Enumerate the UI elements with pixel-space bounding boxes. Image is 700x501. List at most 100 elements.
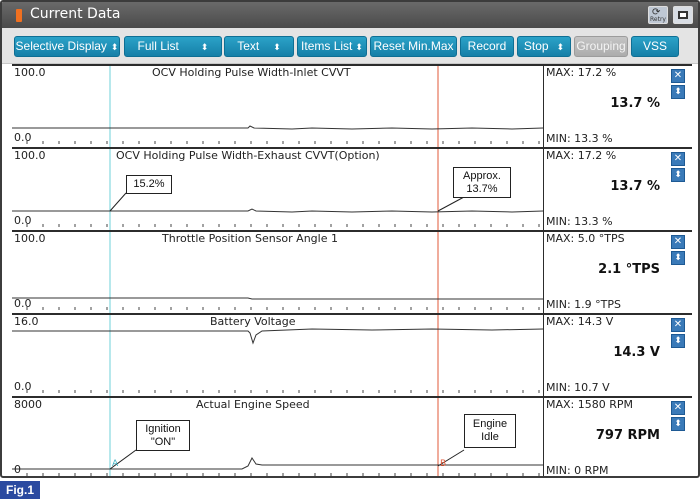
current-value: 13.7 % <box>610 179 660 194</box>
items-list-dropdown[interactable]: Items List ⬍ <box>297 36 367 57</box>
toolbar: Selective Display ⬍ Full List ⬍ Text ⬍ Item… <box>2 28 698 64</box>
stats-box: MAX: 17.2 % 13.7 % MIN: 13.3 % ✕ ⬍ <box>544 66 692 147</box>
y-axis-min-label: 0 <box>14 463 21 476</box>
current-value: 797 RPM <box>595 428 660 443</box>
signal-trace <box>12 208 543 213</box>
graph-panel-battery-voltage: 16.0 0.0 Battery Voltage MAX: 14.3 V 14.… <box>12 313 692 396</box>
y-axis-max-label: 16.0 <box>14 315 39 328</box>
close-graph-button[interactable]: ✕ <box>671 152 685 166</box>
close-icon: ✕ <box>673 236 683 247</box>
retry-button[interactable]: ⟳ Retry <box>648 6 668 24</box>
graph-area[interactable]: 100.0 0.0 OCV Holding Pulse Width-Exhaus… <box>12 149 544 230</box>
x-axis-ticks <box>26 141 540 144</box>
x-axis-ticks <box>26 307 540 310</box>
updown-arrow-icon: ⬍ <box>674 419 682 429</box>
updown-arrow-icon: ⬍ <box>674 170 682 180</box>
callout-text: "ON" <box>150 436 176 448</box>
close-icon: ✕ <box>673 402 683 413</box>
close-graph-button[interactable]: ✕ <box>671 235 685 249</box>
updown-arrow-icon: ⬍ <box>556 42 565 52</box>
min-value: MIN: 1.9 °TPS <box>546 298 621 311</box>
window-title: Current Data <box>30 6 121 22</box>
retry-icon: ⟳ <box>652 7 661 18</box>
stats-box: MAX: 5.0 °TPS 2.1 °TPS MIN: 1.9 °TPS ✕ ⬍ <box>544 232 692 313</box>
min-value: MIN: 13.3 % <box>546 132 613 145</box>
callout-text: Ignition <box>145 423 181 435</box>
graph-area[interactable]: 100.0 0.0 Throttle Position Sensor Angle… <box>12 232 544 313</box>
signal-trace <box>12 297 543 300</box>
max-value: MAX: 17.2 % <box>546 66 617 79</box>
x-axis-ticks <box>26 390 540 393</box>
text-label: Text <box>237 39 260 53</box>
text-dropdown[interactable]: Text ⬍ <box>224 36 294 57</box>
close-graph-button[interactable]: ✕ <box>671 318 685 332</box>
selective-display-label: Selective Display <box>15 39 107 53</box>
close-icon: ✕ <box>673 319 683 330</box>
max-value: MAX: 1580 RPM <box>546 398 634 411</box>
close-icon: ✕ <box>673 153 683 164</box>
reset-min-max-button[interactable]: Reset Min.Max <box>370 36 457 57</box>
signal-trace <box>12 125 543 130</box>
y-axis-max-label: 100.0 <box>14 232 46 245</box>
x-axis-ticks <box>26 224 540 227</box>
vss-button[interactable]: VSS <box>631 36 679 57</box>
callout-text: 13.7% <box>466 183 498 195</box>
graph-panel-engine-speed: A B 8000 0 Actual Engine Speed Ignition … <box>12 396 692 477</box>
y-axis-min-label: 0.0 <box>14 131 32 144</box>
callout-text: Engine <box>472 418 508 430</box>
y-axis-min-label: 0.0 <box>14 297 32 310</box>
title-bar: Current Data ⟳ Retry <box>2 2 698 28</box>
items-list-label: Items List <box>301 39 353 53</box>
max-value: MAX: 17.2 % <box>546 149 617 162</box>
callout-leader <box>437 196 465 212</box>
updown-arrow-icon: ⬍ <box>674 87 682 97</box>
panel-title: OCV Holding Pulse Width-Inlet CVVT <box>152 66 351 79</box>
stop-dropdown[interactable]: Stop ⬍ <box>517 36 571 57</box>
close-icon: ✕ <box>673 70 683 81</box>
graph-area[interactable]: A B 8000 0 Actual Engine Speed Ignition … <box>12 398 544 476</box>
close-graph-button[interactable]: ✕ <box>671 401 685 415</box>
move-graph-button[interactable]: ⬍ <box>671 417 685 431</box>
cursor-a-label: A <box>112 459 119 469</box>
x-axis-ticks <box>26 473 540 476</box>
callout-leader <box>109 192 127 212</box>
window-mode-button[interactable] <box>673 6 693 24</box>
callout-text: 15.2% <box>133 178 165 190</box>
updown-arrow-icon: ⬍ <box>273 42 281 52</box>
stats-box: MAX: 1580 RPM 797 RPM MIN: 0 RPM ✕ ⬍ <box>544 398 692 477</box>
y-axis-max-label: 100.0 <box>14 66 46 79</box>
selective-display-dropdown[interactable]: Selective Display ⬍ <box>14 36 120 57</box>
graph-area[interactable]: 16.0 0.0 Battery Voltage <box>12 315 544 396</box>
callout-ignition: Ignition "ON" <box>136 420 190 451</box>
record-label: Record <box>467 39 507 53</box>
y-axis-min-label: 0.0 <box>14 214 32 227</box>
callout-text: Idle <box>481 431 499 443</box>
signal-trace <box>12 457 543 470</box>
panel-title: Throttle Position Sensor Angle 1 <box>162 232 338 245</box>
panel-title: Actual Engine Speed <box>196 398 310 411</box>
move-graph-button[interactable]: ⬍ <box>671 85 685 99</box>
move-graph-button[interactable]: ⬍ <box>671 251 685 265</box>
grouping-button[interactable]: Grouping <box>574 36 628 57</box>
close-graph-button[interactable]: ✕ <box>671 69 685 83</box>
min-value: MIN: 13.3 % <box>546 215 613 228</box>
cursor-b-label: B <box>440 459 446 469</box>
record-button[interactable]: Record <box>460 36 514 57</box>
y-axis-min-label: 0.0 <box>14 380 32 393</box>
graph-panel-exhaust-ocv: 100.0 0.0 OCV Holding Pulse Width-Exhaus… <box>12 147 692 230</box>
min-value: MIN: 0 RPM <box>546 464 609 477</box>
graph-area[interactable]: 100.0 0.0 OCV Holding Pulse Width-Inlet … <box>12 66 544 147</box>
max-value: MAX: 5.0 °TPS <box>546 232 625 245</box>
full-list-label: Full List <box>137 39 179 53</box>
current-data-window: Current Data ⟳ Retry Selective Display ⬍ … <box>0 0 700 478</box>
stats-box: MAX: 17.2 % 13.7 % MIN: 13.3 % ✕ ⬍ <box>544 149 692 230</box>
panel-title: Battery Voltage <box>210 315 296 328</box>
updown-arrow-icon: ⬍ <box>674 253 682 263</box>
callout-text: Approx. <box>463 170 501 182</box>
min-value: MIN: 10.7 V <box>546 381 610 394</box>
current-value: 14.3 V <box>613 345 660 360</box>
current-value: 13.7 % <box>610 96 660 111</box>
move-graph-button[interactable]: ⬍ <box>671 168 685 182</box>
full-list-dropdown[interactable]: Full List ⬍ <box>124 36 222 57</box>
move-graph-button[interactable]: ⬍ <box>671 334 685 348</box>
